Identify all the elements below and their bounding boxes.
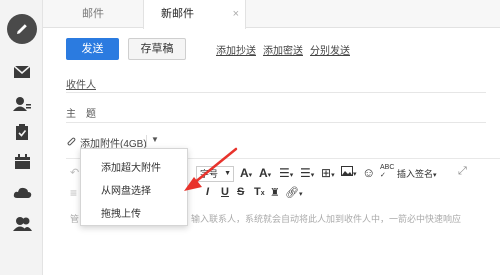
mail-icon[interactable] — [12, 62, 32, 82]
chevron-down-icon[interactable]: ▼ — [151, 135, 159, 144]
image-icon[interactable]: ▾ — [341, 166, 357, 179]
table-icon[interactable]: ⊞▾ — [321, 166, 335, 180]
tab-bar: 邮件 新邮件 × — [43, 0, 500, 29]
cloud-icon[interactable] — [12, 182, 32, 202]
link-icon[interactable]: 🔗︎▾ — [285, 186, 302, 199]
font-color-icon[interactable]: A▾ — [240, 166, 252, 180]
attachment-dropdown-menu: 添加超大附件 从网盘选择 拖拽上传 — [80, 148, 188, 226]
tab-mail[interactable]: 邮件 — [43, 0, 143, 28]
calendar-icon[interactable] — [12, 152, 32, 172]
menu-item-from-cloud-drive[interactable]: 从网盘选择 — [101, 182, 151, 197]
editor-placeholder: 输入联系人，系统就会自动将此人加到收件人中，一箭必中快速响应 — [191, 214, 462, 224]
align-left-icon[interactable]: ☰▾ — [300, 166, 314, 180]
annotation-arrow-icon — [184, 147, 238, 191]
users-icon[interactable] — [12, 214, 32, 234]
spellcheck-icon[interactable]: ABC ✓ — [380, 164, 394, 180]
emoji-icon[interactable]: ☺ — [362, 165, 375, 180]
close-icon[interactable]: × — [233, 0, 239, 28]
clipboard-check-icon[interactable] — [12, 122, 32, 142]
list-icon[interactable]: ☰▾ — [279, 166, 293, 180]
subject-field[interactable] — [66, 122, 486, 123]
insert-signature-label: 插入签名 — [397, 169, 434, 179]
highlight-icon[interactable]: A▾ — [259, 166, 271, 180]
recipient-label[interactable]: 收件人 — [66, 76, 96, 91]
insert-signature-button[interactable]: 插入签名▾ — [397, 167, 437, 180]
align-icon[interactable]: ≡ — [70, 186, 77, 200]
subject-label: 主 题 — [66, 109, 96, 120]
compose-button[interactable] — [7, 14, 37, 44]
left-rail — [0, 0, 43, 275]
format-painter-icon[interactable]: ♜ — [270, 186, 280, 199]
send-separately-link[interactable]: 分别发送 — [310, 42, 350, 57]
subscript-icon[interactable]: Tx — [254, 186, 265, 198]
recipient-field[interactable] — [66, 92, 486, 93]
menu-item-drag-upload[interactable]: 拖拽上传 — [101, 205, 141, 220]
divider — [146, 135, 147, 147]
tab-label: 新邮件 — [161, 8, 194, 20]
pencil-icon — [17, 24, 27, 34]
tab-new-mail[interactable]: 新邮件 × — [143, 0, 246, 29]
tab-label: 邮件 — [82, 8, 104, 20]
send-button[interactable]: 发送 — [66, 38, 119, 60]
add-cc-link[interactable]: 添加抄送 — [216, 42, 256, 57]
save-draft-button[interactable]: 存草稿 — [128, 38, 186, 60]
contacts-icon[interactable] — [12, 94, 32, 114]
paperclip-icon — [67, 137, 76, 146]
editor-placeholder-left: 管 — [70, 214, 80, 224]
add-bcc-link[interactable]: 添加密送 — [263, 42, 303, 57]
menu-item-add-large-attachment[interactable]: 添加超大附件 — [101, 159, 161, 174]
undo-icon[interactable]: ↶ — [70, 166, 79, 179]
expand-icon[interactable]: ⤢ — [458, 165, 467, 178]
